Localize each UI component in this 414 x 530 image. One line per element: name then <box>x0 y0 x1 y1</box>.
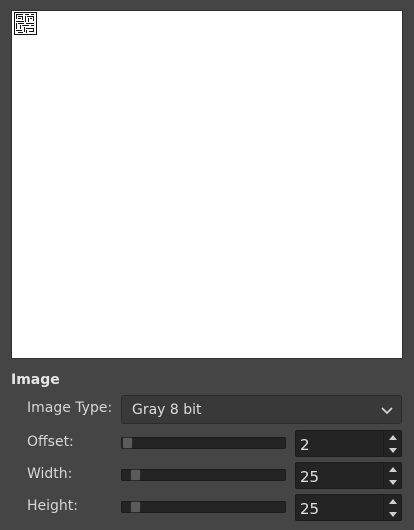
preview-thumbnail-pattern <box>14 12 37 35</box>
height-label: Height: <box>27 498 78 514</box>
chevron-down-icon <box>381 407 393 415</box>
image-type-dropdown[interactable]: Gray 8 bit <box>121 395 402 424</box>
width-slider[interactable] <box>121 469 286 481</box>
chevron-down-icon <box>388 479 397 485</box>
offset-input[interactable] <box>300 435 380 454</box>
height-slider[interactable] <box>121 501 286 513</box>
section-title-image: Image <box>11 372 60 388</box>
width-increment-button[interactable] <box>384 463 401 475</box>
chevron-up-icon <box>388 434 397 440</box>
chevron-down-icon <box>388 447 397 453</box>
chevron-up-icon <box>388 498 397 504</box>
width-label: Width: <box>27 466 73 482</box>
image-type-value: Gray 8 bit <box>132 401 202 418</box>
offset-spinbox[interactable] <box>295 430 402 457</box>
chevron-up-icon <box>388 466 397 472</box>
height-slider-handle[interactable] <box>129 501 141 513</box>
width-slider-handle[interactable] <box>129 469 141 481</box>
width-spinbox[interactable] <box>295 462 402 489</box>
height-spinbox[interactable] <box>295 494 402 521</box>
offset-increment-button[interactable] <box>384 431 401 443</box>
width-decrement-button[interactable] <box>384 476 401 488</box>
offset-slider-handle[interactable] <box>122 437 133 449</box>
height-input[interactable] <box>300 499 380 518</box>
image-type-label: Image Type: <box>27 400 113 416</box>
image-preview <box>11 10 403 359</box>
offset-decrement-button[interactable] <box>384 444 401 456</box>
height-decrement-button[interactable] <box>384 508 401 520</box>
height-increment-button[interactable] <box>384 495 401 507</box>
width-input[interactable] <box>300 467 380 486</box>
chevron-down-icon <box>388 511 397 517</box>
offset-label: Offset: <box>27 434 74 450</box>
offset-slider[interactable] <box>121 437 286 449</box>
